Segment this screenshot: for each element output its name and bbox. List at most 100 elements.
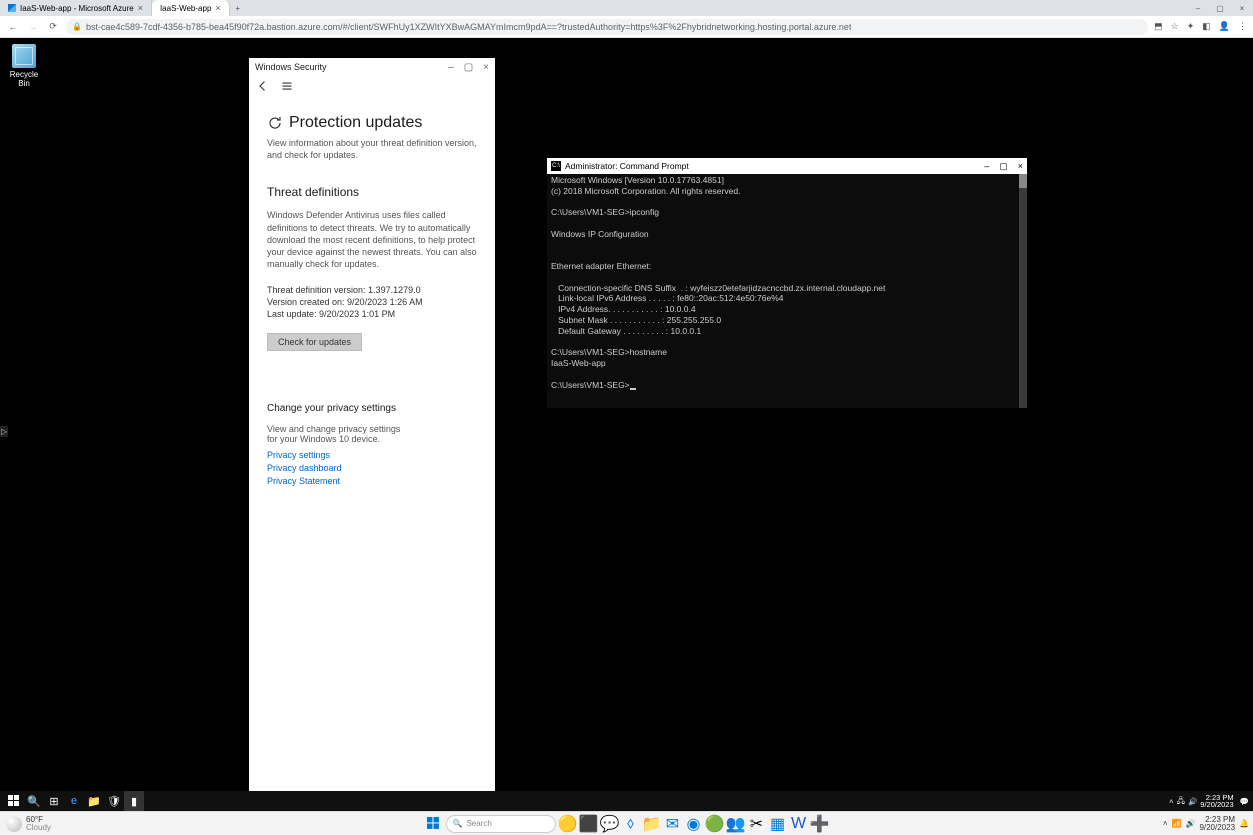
- cmd-titlebar[interactable]: C:\ Administrator: Command Prompt – ▢ ×: [547, 158, 1027, 174]
- azure-icon: [8, 4, 16, 12]
- azure-storage-icon[interactable]: ▦: [769, 815, 787, 833]
- trash-icon: [12, 44, 36, 68]
- close-icon[interactable]: ×: [138, 3, 143, 13]
- lock-icon: 🔒: [72, 22, 82, 31]
- maximize-button[interactable]: ▢: [464, 62, 473, 73]
- vscode-icon[interactable]: ⬨: [622, 815, 640, 833]
- explorer-icon[interactable]: 📁: [84, 791, 104, 811]
- cmd-taskbar-icon[interactable]: ▮: [124, 791, 144, 811]
- menu-icon[interactable]: ⋮: [1238, 21, 1247, 32]
- close-icon[interactable]: ×: [215, 3, 220, 13]
- security-icon[interactable]: 🛡: [104, 791, 124, 811]
- privacy-settings-link[interactable]: Privacy settings: [267, 450, 477, 460]
- vm-clock[interactable]: 2:23 PM 9/20/2023: [1200, 794, 1236, 809]
- edge-icon[interactable]: ◉: [685, 815, 703, 833]
- snip-icon[interactable]: ✂: [748, 815, 766, 833]
- search-icon: 🔍: [453, 819, 463, 828]
- notifications-icon[interactable]: 🔔: [1239, 819, 1249, 828]
- threat-meta: Threat definition version: 1.397.1279.0 …: [267, 284, 477, 320]
- search-input[interactable]: 🔍 Search: [446, 815, 556, 833]
- task-view-icon[interactable]: ⬛: [580, 815, 598, 833]
- outlook-icon[interactable]: ✉: [664, 815, 682, 833]
- vm-taskbar: 🔍 ⊞ e 📁 🛡 ▮ ˄ 🖧 🔊 2:23 PM 9/20/2023 💬: [0, 791, 1253, 811]
- remote-desktop-viewport: Recycle Bin ▷ Windows Security – ▢ × Pro…: [0, 38, 1253, 811]
- side-panel-icon[interactable]: ◧: [1202, 21, 1211, 32]
- copilot-icon[interactable]: 🟡: [559, 815, 577, 833]
- threat-created: Version created on: 9/20/2023 1:26 AM: [267, 296, 477, 308]
- host-clock[interactable]: 2:23 PM 9/20/2023: [1199, 816, 1235, 832]
- sound-icon[interactable]: 🔊: [1185, 819, 1195, 828]
- minimize-button[interactable]: –: [448, 62, 454, 73]
- command-prompt-window: C:\ Administrator: Command Prompt – ▢ × …: [547, 158, 1027, 408]
- tray-chevron[interactable]: ˄: [1163, 819, 1168, 828]
- host-system-tray: ˄ 📶 🔊 2:23 PM 9/20/2023 🔔: [1163, 816, 1253, 832]
- recycle-bin-icon[interactable]: Recycle Bin: [4, 44, 44, 88]
- sound-icon[interactable]: 🔊: [1188, 797, 1197, 806]
- winsec-titlebar[interactable]: Windows Security – ▢ ×: [249, 58, 495, 76]
- threat-definitions-heading: Threat definitions: [267, 185, 477, 199]
- search-button[interactable]: 🔍: [24, 791, 44, 811]
- back-button[interactable]: ←: [6, 20, 20, 34]
- address-bar[interactable]: 🔒 bst-cae4c589-7cdf-4356-b785-bea45f90f7…: [66, 19, 1148, 35]
- privacy-statement-link[interactable]: Privacy Statement: [267, 476, 477, 486]
- start-button[interactable]: [4, 791, 24, 811]
- windows-security-window: Windows Security – ▢ × Protection update…: [249, 58, 495, 792]
- chrome-window-controls: – ▢ ×: [1187, 0, 1253, 16]
- close-button[interactable]: ×: [1018, 161, 1023, 172]
- wifi-icon[interactable]: 📶: [1172, 819, 1182, 828]
- page-title-text: Protection updates: [289, 114, 422, 132]
- task-view-button[interactable]: ⊞: [44, 791, 64, 811]
- vm-date: 9/20/2023: [1200, 801, 1233, 809]
- maximize-button[interactable]: ▢: [1209, 0, 1231, 16]
- ie-icon[interactable]: e: [64, 791, 84, 811]
- cmd-icon: C:\: [551, 161, 561, 171]
- forward-button[interactable]: →: [26, 20, 40, 34]
- extensions-icon[interactable]: ✦: [1187, 21, 1195, 32]
- edge-handle[interactable]: ▷: [0, 426, 8, 437]
- chrome-address-bar-row: ← → ⟳ 🔒 bst-cae4c589-7cdf-4356-b785-bea4…: [0, 16, 1253, 38]
- word-icon[interactable]: W: [790, 815, 808, 833]
- teams-icon[interactable]: 💬: [601, 815, 619, 833]
- tray-chevron[interactable]: ˄: [1169, 797, 1173, 806]
- tab-title: IaaS-Web-app - Microsoft Azure: [20, 4, 134, 13]
- bookmark-icon[interactable]: ☆: [1171, 21, 1179, 32]
- extra-icon[interactable]: ➕: [811, 815, 829, 833]
- chrome-icon[interactable]: 🟢: [706, 815, 724, 833]
- host-date: 9/20/2023: [1199, 824, 1235, 832]
- chrome-tab-strip: IaaS-Web-app - Microsoft Azure × IaaS-We…: [0, 0, 1253, 16]
- chrome-tab-iaas[interactable]: IaaS-Web-app ×: [152, 0, 230, 16]
- check-updates-button[interactable]: Check for updates: [267, 333, 362, 351]
- maximize-button[interactable]: ▢: [999, 161, 1008, 172]
- weather-cond: Cloudy: [26, 824, 51, 832]
- cmd-scrollbar[interactable]: [1019, 174, 1027, 408]
- url-text: bst-cae4c589-7cdf-4356-b785-bea45f90f72a…: [86, 22, 851, 32]
- privacy-dashboard-link[interactable]: Privacy dashboard: [267, 463, 477, 473]
- install-icon[interactable]: ⬒: [1154, 21, 1163, 32]
- search-placeholder: Search: [466, 819, 491, 828]
- start-button[interactable]: [425, 815, 443, 833]
- notifications-icon[interactable]: 💬: [1240, 797, 1249, 806]
- teams-alt-icon[interactable]: 👥: [727, 815, 745, 833]
- weather-widget[interactable]: 60°F Cloudy: [0, 816, 57, 832]
- threat-version: Threat definition version: 1.397.1279.0: [267, 284, 477, 296]
- scrollbar-thumb[interactable]: [1019, 174, 1027, 188]
- privacy-text2: for your Windows 10 device.: [267, 434, 477, 444]
- winsec-window-title: Windows Security: [255, 62, 448, 72]
- close-button[interactable]: ×: [1231, 0, 1253, 16]
- privacy-text1: View and change privacy settings: [267, 424, 477, 434]
- profile-icon[interactable]: 👤: [1219, 21, 1230, 32]
- threat-updated: Last update: 9/20/2023 1:01 PM: [267, 308, 477, 320]
- page-title: Protection updates: [267, 114, 477, 132]
- hamburger-icon[interactable]: [281, 80, 293, 95]
- reload-button[interactable]: ⟳: [46, 20, 60, 34]
- cmd-output[interactable]: Microsoft Windows [Version 10.0.17763.48…: [547, 174, 1027, 408]
- chrome-tab-azure[interactable]: IaaS-Web-app - Microsoft Azure ×: [0, 0, 152, 16]
- winsec-content: Protection updates View information abou…: [249, 98, 495, 499]
- new-tab-button[interactable]: +: [230, 0, 246, 16]
- explorer-icon[interactable]: 📁: [643, 815, 661, 833]
- back-button[interactable]: [257, 80, 269, 95]
- minimize-button[interactable]: –: [984, 161, 989, 172]
- minimize-button[interactable]: –: [1187, 0, 1209, 16]
- close-button[interactable]: ×: [483, 62, 489, 73]
- network-icon[interactable]: 🖧: [1177, 795, 1185, 808]
